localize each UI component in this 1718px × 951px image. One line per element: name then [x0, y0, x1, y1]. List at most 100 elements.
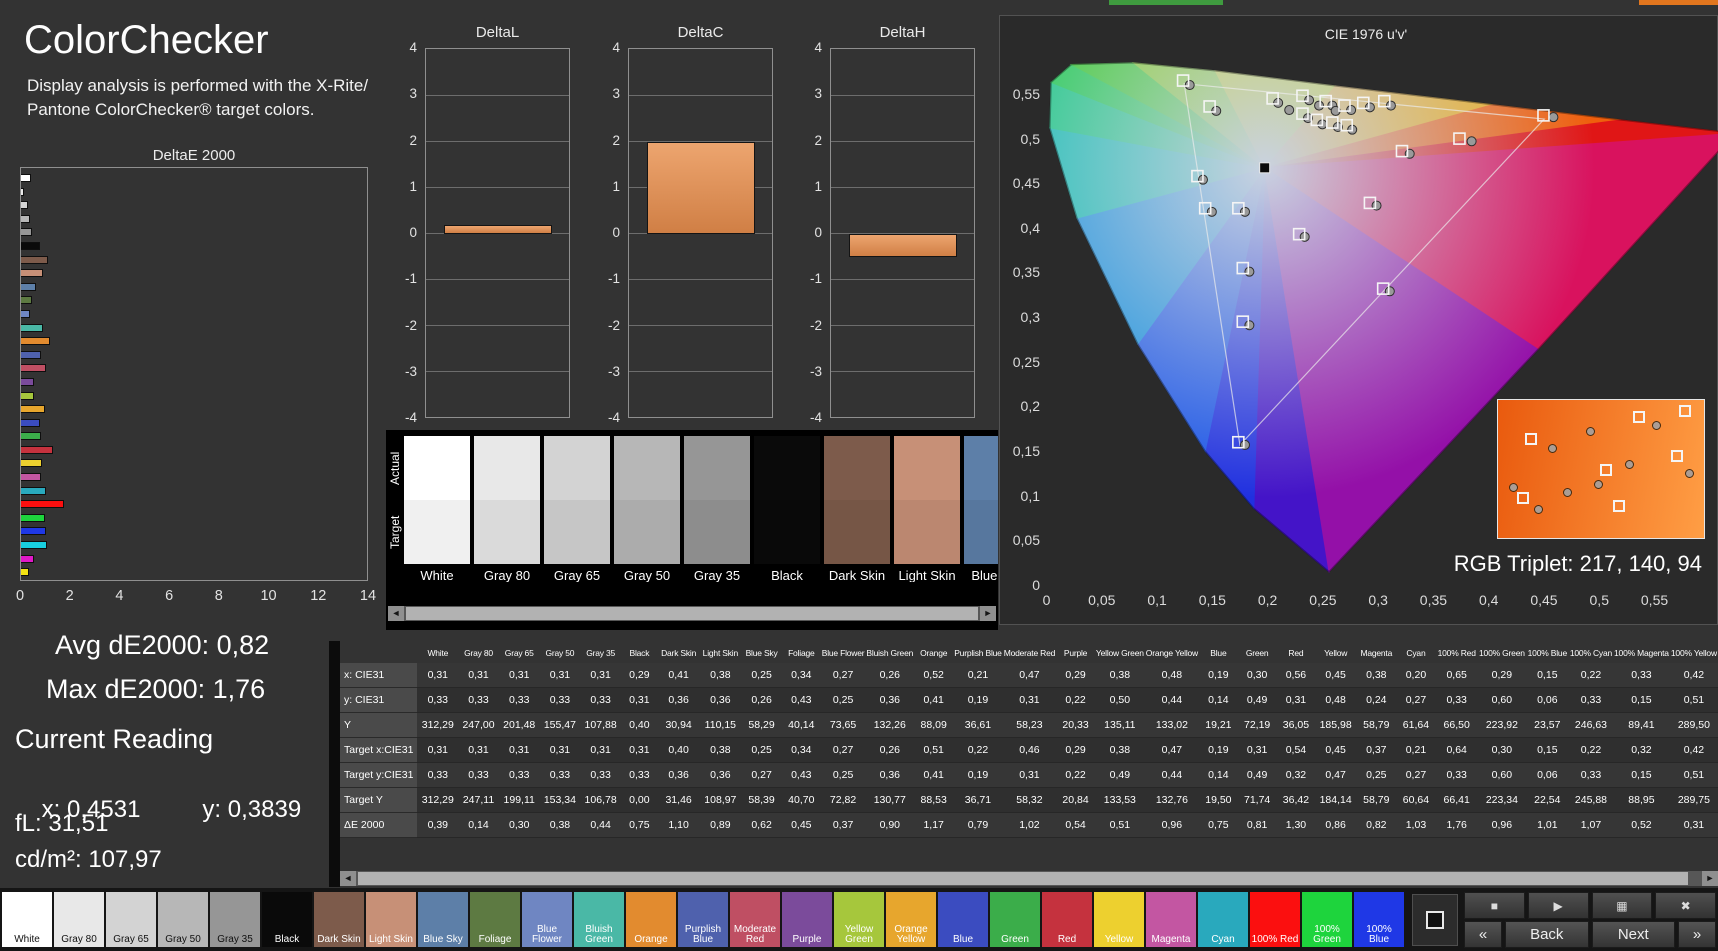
table-cell: 0,06 [1525, 687, 1569, 713]
patch-button[interactable]: Bluish Green [574, 892, 624, 947]
scroll-right-arrow-icon[interactable]: ► [1702, 871, 1718, 886]
swatch-strip-item[interactable]: Gray 50 [614, 436, 680, 586]
table-column-header: Dark Skin [661, 648, 697, 658]
patch-button[interactable]: Blue [938, 892, 988, 947]
patch-button[interactable]: Yellow Green [834, 892, 884, 947]
cie-y-tick-label: 0,25 [1012, 353, 1040, 370]
patch-button[interactable]: Orange [626, 892, 676, 947]
grid-button[interactable]: ▦ [1591, 892, 1653, 919]
patch-button[interactable]: White [2, 892, 52, 947]
cie-x-tick-label: 0,55 [1640, 592, 1669, 608]
patch-button[interactable]: Green [990, 892, 1040, 947]
scroll-right-arrow-icon[interactable]: ► [980, 606, 996, 621]
table-cell: 0,38 [1356, 663, 1397, 688]
delta-gridline [831, 371, 974, 372]
patch-button[interactable]: Black [262, 892, 312, 947]
measured-point [1466, 136, 1477, 147]
table-cell: 130,77 [865, 787, 915, 813]
patch-label: Black [274, 934, 300, 945]
next-button[interactable]: Next [1591, 921, 1675, 948]
deltae-x-tick-label: 12 [310, 588, 327, 604]
scroll-left-arrow-icon[interactable]: ◄ [340, 871, 356, 886]
cie-y-tick-label: 0,05 [1012, 532, 1040, 549]
table-cell: 0,31 [498, 663, 540, 688]
back-button[interactable]: Back [1505, 921, 1589, 948]
swatch-strip-item[interactable]: Light Skin [894, 436, 960, 586]
swatch-strip-item[interactable]: Dark Skin [824, 436, 890, 586]
patch-button[interactable]: Blue Sky [418, 892, 468, 947]
patch-button[interactable]: Yellow [1094, 892, 1144, 947]
table-cell: 0,46 [1002, 737, 1057, 763]
patch-button[interactable]: Orange Yellow [886, 892, 936, 947]
table-cell: 0,40 [620, 712, 658, 738]
patch-button[interactable]: Gray 65 [106, 892, 156, 947]
display-toggle-button[interactable] [1412, 894, 1458, 946]
patch-button[interactable]: Foliage [470, 892, 520, 947]
swatch-strip-item[interactable]: Gray 65 [544, 436, 610, 586]
table-cell: 0,14 [458, 812, 499, 838]
table-row-label: Target Y [340, 787, 418, 813]
table-row: y: CIE31 0,33 0,33 0,33 0,33 0,33 0,31 0,36 0,36… [340, 687, 1718, 713]
delta-bar [647, 141, 755, 234]
results-table-scrollbar[interactable]: ◄ ► [340, 871, 1718, 886]
measured-point [1304, 95, 1315, 106]
patch-button[interactable]: 100% Green [1302, 892, 1352, 947]
play-button[interactable]: ▶ [1527, 892, 1589, 919]
patch-button[interactable]: Gray 80 [54, 892, 104, 947]
scrollbar-thumb[interactable] [358, 872, 1688, 885]
swatch-strip-scrollbar[interactable]: ◄ ► [388, 606, 996, 621]
table-row-label: Target y:CIE31 [340, 762, 418, 788]
deltae-bar [21, 459, 43, 468]
patch-button[interactable]: Gray 50 [158, 892, 208, 947]
delta-gridline [629, 95, 772, 96]
table-cell: 58,32 [1002, 787, 1057, 813]
table-cell: 0,38 [699, 663, 742, 688]
table-cell: 0,25 [1356, 762, 1397, 788]
table-cell: 0,27 [820, 737, 866, 763]
patch-button[interactable]: Purple [782, 892, 832, 947]
cie-x-tick-label: 0,3 [1368, 592, 1388, 608]
swatch-strip-item[interactable]: Gray 35 [684, 436, 750, 586]
swatch-strip-item[interactable]: Black [754, 436, 820, 586]
swatch-strip-label: Gray 50 [623, 568, 671, 582]
patch-button[interactable]: 100% Blue [1354, 892, 1404, 947]
patch-button[interactable]: Cyan [1198, 892, 1248, 947]
close-button[interactable]: ✖ [1655, 892, 1716, 919]
patch-button[interactable]: Moderate Red [730, 892, 780, 947]
scrollbar-thumb[interactable] [406, 607, 978, 620]
patch-button[interactable]: 100% Red [1250, 892, 1300, 947]
delta-y-tick-label: 2 [612, 132, 620, 148]
table-column-header: 100% Red [1437, 648, 1476, 658]
table-cell: 0,31 [458, 663, 499, 688]
scroll-left-arrow-icon[interactable]: ◄ [388, 606, 404, 621]
patch-button[interactable]: Purplish Blue [678, 892, 728, 947]
deltae-bar [21, 337, 50, 346]
delta-y-tick-label: -4 [607, 410, 620, 425]
patch-button[interactable]: Light Skin [366, 892, 416, 947]
patch-button[interactable]: Dark Skin [314, 892, 364, 947]
delta-y-tick-label: 3 [612, 86, 620, 102]
swatch-strip-label: Gray 65 [553, 568, 601, 582]
swatch-strip-item[interactable]: Gray 80 [474, 436, 540, 586]
white-point-marker [1259, 162, 1271, 174]
next-chevron-icon[interactable]: » [1678, 921, 1716, 948]
swatch-strip-item[interactable]: White [404, 436, 470, 586]
swatch-actual [754, 436, 820, 500]
table-cell: 247,11 [458, 787, 499, 813]
delta-y-tick-label: 1 [814, 178, 822, 194]
table-cell: 132,26 [865, 712, 915, 738]
patch-button[interactable]: Blue Flower [522, 892, 572, 947]
stop-button[interactable]: ■ [1464, 892, 1525, 919]
back-chevron-icon[interactable]: « [1464, 921, 1502, 948]
table-cell: 153,34 [539, 787, 581, 813]
table-cell: 0,36 [865, 762, 915, 788]
table-cell: 0,44 [1144, 687, 1199, 713]
table-cell: 0,33 [620, 762, 658, 788]
patch-button[interactable]: Magenta [1146, 892, 1196, 947]
patch-button[interactable]: Gray 35 [210, 892, 260, 947]
deltae-x-tick-label: 2 [65, 588, 74, 604]
table-cell: 0,52 [914, 663, 954, 688]
table-column-header: 100% Yellow [1670, 648, 1717, 658]
table-cell: 0,33 [498, 687, 540, 713]
patch-button[interactable]: Red [1042, 892, 1092, 947]
